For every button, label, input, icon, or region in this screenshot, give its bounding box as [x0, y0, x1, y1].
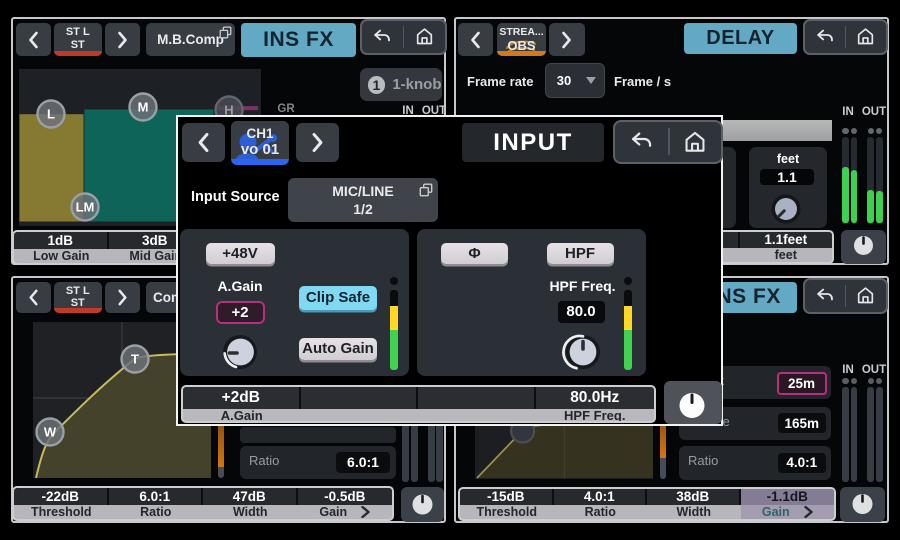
svg-text:M: M — [138, 100, 149, 115]
svg-text:W: W — [44, 425, 57, 440]
svg-text:LM: LM — [76, 200, 95, 215]
svg-text:L: L — [47, 107, 55, 122]
svg-text:T: T — [131, 352, 139, 367]
